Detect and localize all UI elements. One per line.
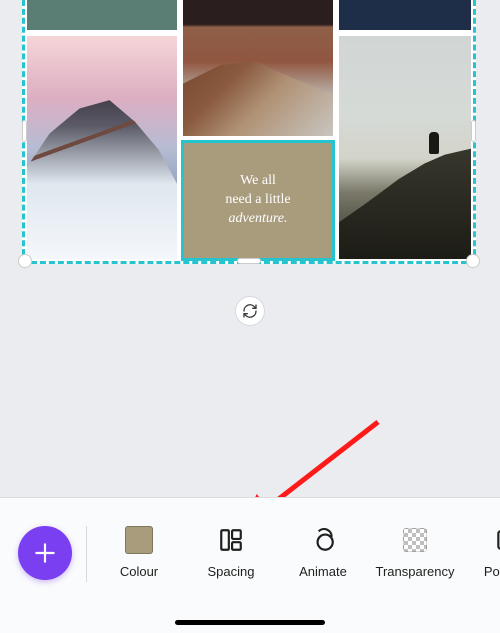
- transparency-icon: [403, 528, 427, 552]
- resize-handle-bottom-right[interactable]: [466, 254, 480, 268]
- colour-swatch-icon: [125, 526, 153, 554]
- collage: We all need a little adventure.: [25, 0, 473, 261]
- toolbar-items: Colour Spacing: [87, 516, 500, 579]
- rotate-icon: [242, 303, 258, 319]
- home-indicator[interactable]: [175, 620, 325, 625]
- canvas-area: We all need a little adventure.: [0, 0, 500, 280]
- tool-animate[interactable]: Animate: [277, 516, 369, 579]
- quote-line-1: We all: [225, 172, 290, 191]
- animate-icon: [310, 527, 336, 553]
- tool-transparency[interactable]: Transparency: [369, 516, 461, 579]
- collage-tile-quote[interactable]: We all need a little adventure.: [183, 142, 333, 259]
- bottom-toolbar: Colour Spacing: [0, 497, 500, 633]
- resize-handle-left[interactable]: [22, 120, 27, 142]
- quote-line-3: adventure.: [225, 210, 290, 229]
- tool-spacing[interactable]: Spacing: [185, 516, 277, 579]
- quote-line-2: need a little: [225, 191, 290, 210]
- tool-position[interactable]: Position: [461, 516, 500, 579]
- collage-tile-mountain[interactable]: [183, 0, 333, 136]
- tool-label: Position: [484, 564, 500, 579]
- tool-label: Animate: [299, 564, 347, 579]
- resize-handle-right[interactable]: [471, 120, 476, 142]
- add-button[interactable]: [18, 526, 72, 580]
- resize-handle-bottom-left[interactable]: [18, 254, 32, 268]
- rotate-button[interactable]: [235, 296, 265, 326]
- quote-text: We all need a little adventure.: [225, 172, 290, 229]
- plus-icon: [32, 540, 58, 566]
- position-icon: [494, 527, 500, 553]
- resize-handle-bottom[interactable]: [237, 258, 261, 264]
- collage-tile-snowy-peaks[interactable]: [27, 36, 177, 259]
- tool-label: Spacing: [208, 564, 255, 579]
- collage-tile-green[interactable]: [27, 0, 177, 30]
- selection-frame[interactable]: We all need a little adventure.: [22, 0, 476, 264]
- tool-label: Colour: [120, 564, 158, 579]
- tool-colour[interactable]: Colour: [93, 516, 185, 579]
- spacing-icon: [218, 527, 244, 553]
- tool-label: Transparency: [376, 564, 455, 579]
- collage-tile-navy[interactable]: [339, 0, 471, 30]
- collage-tile-hiker-silhouette[interactable]: [339, 36, 471, 259]
